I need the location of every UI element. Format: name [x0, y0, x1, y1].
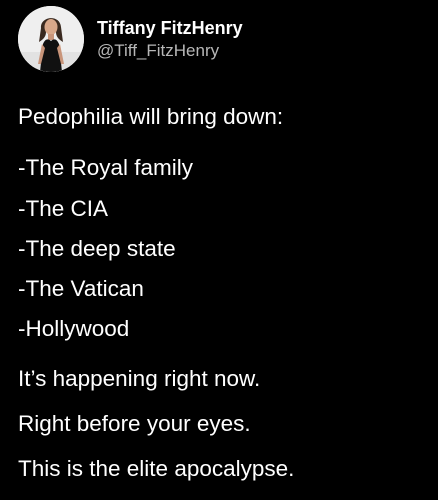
tweet-text-line: -The deep state [18, 236, 176, 261]
tweet-text-line: -Hollywood [18, 316, 130, 341]
author-handle[interactable]: @Tiff_FitzHenry [97, 41, 243, 61]
tweet-text-line: This is the elite apocalypse. [18, 456, 295, 481]
tweet-text-line: -The Royal family [18, 155, 194, 180]
author-display-name[interactable]: Tiffany FitzHenry [97, 18, 243, 39]
tweet-card: Tiffany FitzHenry @Tiff_FitzHenry Pedoph… [0, 0, 438, 500]
tweet-text-line: -The CIA [18, 196, 109, 221]
avatar-photo-icon [18, 6, 84, 72]
tweet-header: Tiffany FitzHenry @Tiff_FitzHenry [18, 6, 243, 72]
avatar[interactable] [18, 6, 84, 72]
tweet-text-line: It’s happening right now. [18, 366, 261, 391]
tweet-text-line: Pedophilia will bring down: [18, 104, 284, 129]
author-names: Tiffany FitzHenry @Tiff_FitzHenry [97, 18, 243, 60]
tweet-text-line: -The Vatican [18, 276, 144, 301]
tweet-text-line: Right before your eyes. [18, 411, 251, 436]
